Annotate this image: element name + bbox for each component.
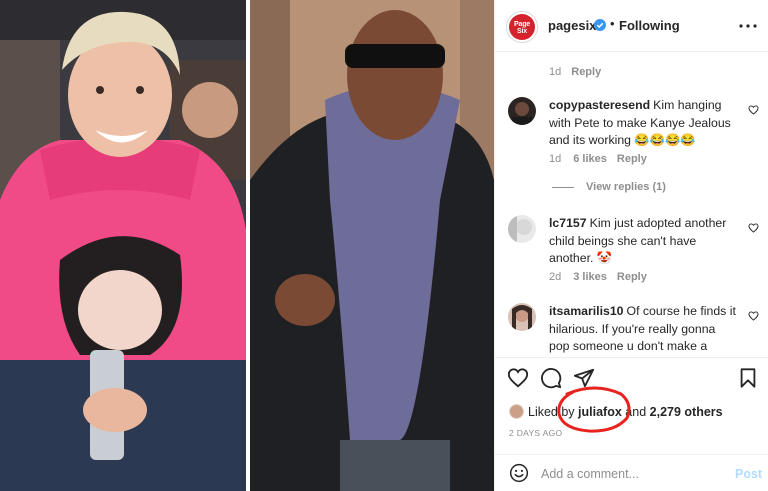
liked-by-others[interactable]: 2,279 others	[650, 405, 723, 419]
like-comment-heart-icon[interactable]	[748, 311, 759, 321]
liked-by-joiner: and	[625, 405, 647, 419]
reply-button[interactable]: Reply	[571, 66, 601, 78]
comment-meta: 2d 3 likes Reply	[549, 271, 647, 283]
following-button[interactable]: Following	[619, 18, 680, 33]
comment-username[interactable]: itsamarilis10	[549, 304, 624, 318]
save-bookmark-icon[interactable]	[737, 367, 759, 389]
replies-divider-line	[552, 186, 574, 188]
comment-text: copypasteresend Kim hanging with Pete to …	[549, 97, 737, 150]
like-heart-icon[interactable]	[507, 367, 529, 389]
commenter-avatar[interactable]	[508, 215, 536, 243]
comment-likes[interactable]: 3 likes	[573, 271, 607, 283]
logo-text-line1: Page	[514, 21, 530, 28]
comment-meta: 1d 6 likes Reply	[549, 153, 647, 165]
share-paper-plane-icon[interactable]	[573, 367, 595, 389]
reply-button[interactable]: Reply	[617, 153, 647, 165]
like-comment-heart-icon[interactable]	[748, 223, 759, 233]
reply-button[interactable]: Reply	[617, 271, 647, 283]
post-photo[interactable]	[0, 0, 494, 491]
post-actions: Liked by juliafox and 2,279 others 2 DAY…	[495, 357, 768, 453]
post-timestamp: 2 DAYS AGO	[509, 428, 563, 438]
comment-likes[interactable]: 6 likes	[573, 153, 607, 165]
previous-comment-meta: 1d Reply	[549, 66, 601, 78]
comment-text: itsamarilis10 Of course he finds it hilar…	[549, 303, 737, 357]
logo-text-line2: Six	[517, 28, 527, 35]
author-username[interactable]: pagesix	[548, 18, 596, 33]
liked-by-summary: Liked by juliafox and 2,279 others	[509, 404, 723, 419]
post-comment-button[interactable]: Post	[735, 467, 762, 481]
commenter-avatar[interactable]	[508, 303, 536, 331]
post-sidebar: Page Six pagesix • Following 1d Reply cop…	[494, 0, 768, 491]
liked-by-prefix: Liked by	[528, 405, 575, 419]
verified-badge-icon	[594, 19, 606, 31]
emoji-smiley-icon[interactable]	[509, 463, 529, 483]
view-replies-button[interactable]: View replies (1)	[552, 181, 666, 193]
comment-time: 2d	[549, 271, 562, 283]
liked-by-user[interactable]: juliafox	[578, 405, 622, 419]
comment-username[interactable]: copypasteresend	[549, 98, 650, 112]
pagesix-logo: Page Six	[509, 14, 535, 40]
like-comment-heart-icon[interactable]	[748, 105, 759, 115]
comment-text: lc7157 Kim just adopted another child bei…	[549, 215, 737, 268]
header-separator: •	[610, 16, 615, 31]
comment-input[interactable]	[541, 461, 721, 487]
comment-time: 1d	[549, 153, 562, 165]
comment-bubble-icon[interactable]	[540, 367, 562, 389]
post-image	[0, 0, 494, 491]
view-replies-label: View replies (1)	[586, 181, 666, 193]
comment-username[interactable]: lc7157	[549, 216, 587, 230]
add-comment-bar: Post	[495, 454, 768, 491]
author-avatar[interactable]: Page Six	[506, 11, 538, 43]
comments-list[interactable]: 1d Reply copypasteresend Kim hanging with …	[495, 53, 768, 357]
comment-time: 1d	[549, 66, 562, 78]
more-options-icon[interactable]	[739, 24, 757, 28]
post-header: Page Six pagesix • Following	[495, 0, 768, 52]
liker-avatar[interactable]	[509, 404, 524, 419]
commenter-avatar[interactable]	[508, 97, 536, 125]
